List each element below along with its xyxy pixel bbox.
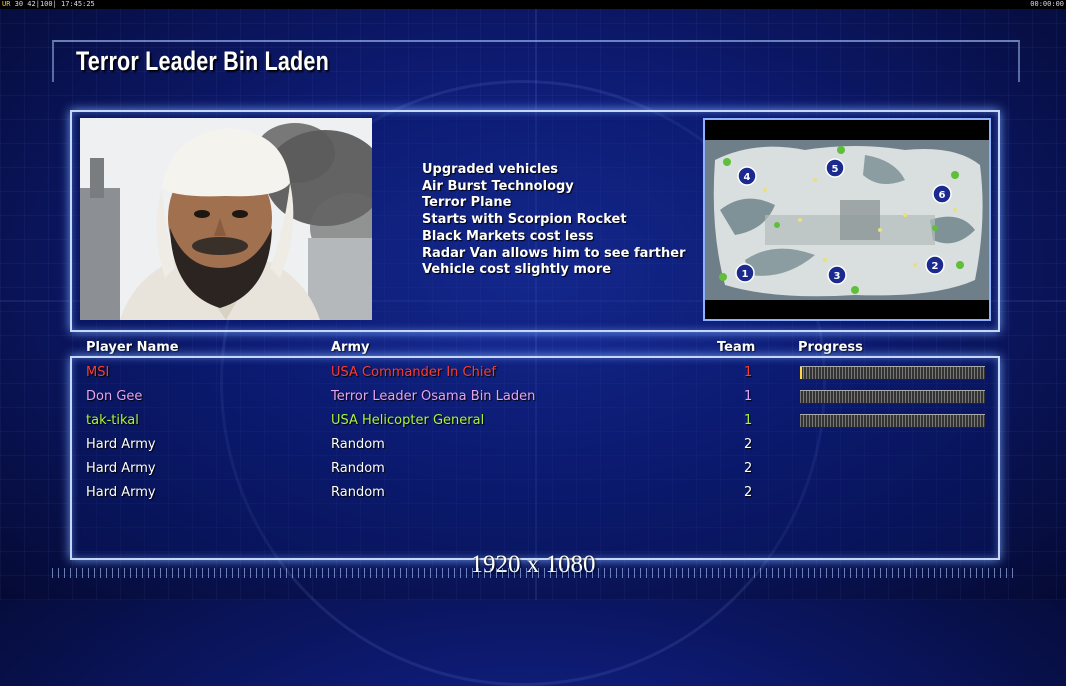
minimap-image: 1 2 3 4 5 6 [705,120,989,319]
svg-text:2: 2 [932,261,939,272]
player-row: tak-tikal USA Helicopter General 1 [0,410,1066,434]
player-army: Random [331,437,385,452]
feature-item: Terror Plane [422,195,512,211]
player-name: Don Gee [86,389,143,404]
load-progress-bar [800,366,985,380]
load-progress-fill [800,367,802,379]
column-header-army: Army [331,340,370,355]
player-name: Hard Army [86,437,156,452]
game-clock: 00:00:00 [1030,0,1064,8]
player-team: 2 [744,485,753,500]
feature-item: Radar Van allows him to see farther [422,245,686,261]
feature-item: Black Markets cost less [422,228,594,244]
player-team: 2 [744,461,753,476]
player-row: Hard Army Random 2 [0,434,1066,458]
svg-text:4: 4 [744,172,751,183]
player-row: MSI USA Commander In Chief 1 [0,362,1066,386]
svg-text:5: 5 [832,164,839,175]
player-name: tak-tikal [86,413,139,428]
feature-item: Starts with Scorpion Rocket [422,212,627,228]
load-progress-bar [800,414,985,428]
player-team: 1 [744,413,753,428]
svg-text:1: 1 [742,269,749,280]
start-position-marker: 1 [735,263,755,283]
debug-stats: UR 30 42|100| 17:45:25 [2,0,95,8]
svg-text:3: 3 [834,271,841,282]
feature-item: Air Burst Technology [422,178,574,194]
system-time: 17:45:25 [61,0,95,8]
player-name: Hard Army [86,461,156,476]
start-position-marker: 5 [825,158,845,178]
ur-label: UR [2,0,11,8]
speed-readout: 100 [39,0,53,8]
column-header-player: Player Name [86,340,179,355]
player-team: 1 [744,365,753,380]
player-name: MSI [86,365,110,380]
player-army: Terror Leader Osama Bin Laden [331,389,536,404]
column-header-progress: Progress [798,340,863,355]
start-position-marker: 2 [925,255,945,275]
start-position-marker: 6 [932,184,952,204]
player-army: Random [331,461,385,476]
start-position-marker: 3 [827,265,847,285]
fps-readout: 30 42 [14,0,36,8]
general-portrait [80,118,372,320]
map-preview: 1 2 3 4 5 6 [703,118,991,321]
debug-status-bar: UR 30 42|100| 17:45:25 00:00:00 [0,0,1066,9]
start-position-marker: 4 [737,166,757,186]
player-team: 2 [744,437,753,452]
player-row: Hard Army Random 2 [0,458,1066,482]
portrait-image [80,118,372,320]
player-row: Hard Army Random 2 [0,482,1066,506]
general-title: Terror Leader Bin Laden [76,46,329,76]
player-row: Don Gee Terror Leader Osama Bin Laden 1 [0,386,1066,410]
general-features-list: Upgraded vehicles Air Burst Technology T… [422,162,685,279]
load-progress-bar [800,390,985,404]
feature-item: Vehicle cost slightly more [422,262,612,278]
svg-text:6: 6 [939,190,946,201]
bottom-ruler-decoration [52,568,1016,578]
player-team: 1 [744,389,753,404]
player-army: Random [331,485,385,500]
player-army: USA Helicopter General [331,413,485,428]
column-header-team: Team [717,340,756,355]
player-army: USA Commander In Chief [331,365,497,380]
player-name: Hard Army [86,485,156,500]
feature-item: Upgraded vehicles [422,162,559,177]
